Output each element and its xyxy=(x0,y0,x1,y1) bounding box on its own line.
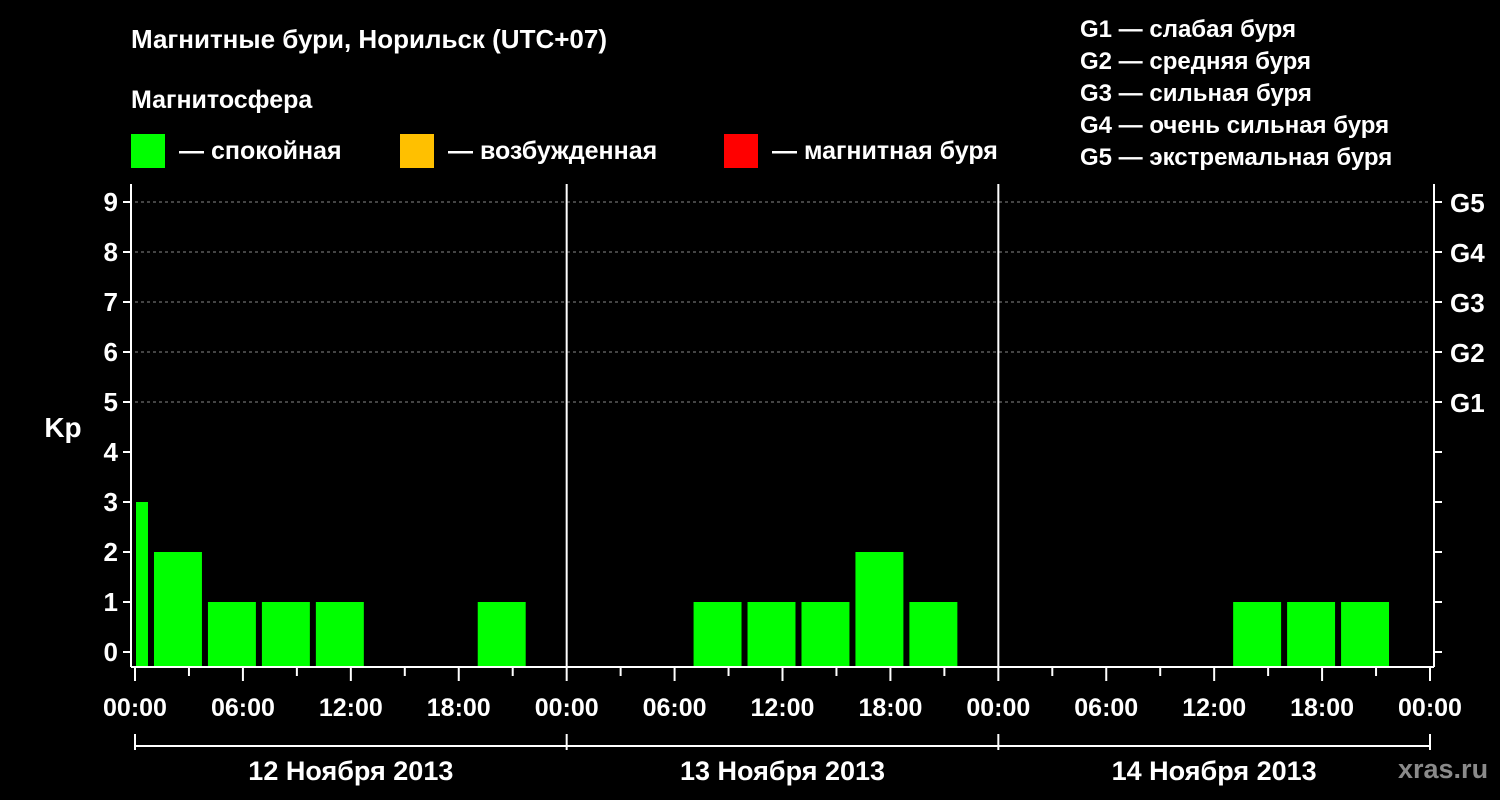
y-tick-label: 2 xyxy=(104,537,118,567)
x-tick-label: 00:00 xyxy=(1398,694,1462,722)
y-tick-label: 6 xyxy=(104,337,118,367)
watermark: xras.ru xyxy=(1398,754,1489,784)
kp-chart: 0 1 2 3 4 5 6 7 8 9 G1 G2 G3 G4 G5 Kp 00:00 06:00 12:00 18:… xyxy=(44,184,1485,786)
y-axis-label: Kp xyxy=(44,412,81,443)
x-tick-label: 18:00 xyxy=(1290,694,1354,722)
day-label: 12 Ноября 2013 xyxy=(248,756,453,786)
kp-bar xyxy=(1287,602,1336,667)
x-tick-label: 12:00 xyxy=(751,694,815,722)
x-tick-label: 12:00 xyxy=(319,694,383,722)
g-level-label: G1 xyxy=(1450,388,1485,418)
g-level-label: G4 xyxy=(1450,238,1485,268)
y-tick-label: 0 xyxy=(104,637,118,667)
kp-bar xyxy=(261,602,310,667)
kp-bar xyxy=(477,602,526,667)
kp-bar xyxy=(693,602,742,667)
y-tick-label: 8 xyxy=(104,237,118,267)
x-tick-label: 18:00 xyxy=(858,694,922,722)
kp-bar xyxy=(315,602,364,667)
kp-bar xyxy=(801,602,850,667)
x-tick-label: 18:00 xyxy=(427,694,491,722)
y-tick-label: 9 xyxy=(104,187,118,217)
kp-bar xyxy=(207,602,256,667)
kp-bar xyxy=(1233,602,1282,667)
x-tick-label: 06:00 xyxy=(1074,694,1138,722)
kp-bar xyxy=(1341,602,1390,667)
day-label: 14 Ноября 2013 xyxy=(1112,756,1317,786)
y-tick-label: 1 xyxy=(104,587,118,617)
x-tick-label: 06:00 xyxy=(211,694,275,722)
kp-bar xyxy=(747,602,796,667)
x-tick-label: 00:00 xyxy=(535,694,599,722)
kp-bar xyxy=(909,602,958,667)
y-tick-label: 4 xyxy=(104,437,119,467)
x-tick-label: 12:00 xyxy=(1182,694,1246,722)
kp-bar xyxy=(855,552,904,667)
y-tick-label: 5 xyxy=(104,387,118,417)
g-level-label: G5 xyxy=(1450,188,1485,218)
y-tick-label: 3 xyxy=(104,487,118,517)
x-tick-label: 06:00 xyxy=(643,694,707,722)
g-level-label: G2 xyxy=(1450,338,1485,368)
x-tick-label: 00:00 xyxy=(103,694,167,722)
day-label: 13 Ноября 2013 xyxy=(680,756,885,786)
g-level-label: G3 xyxy=(1450,288,1485,318)
kp-bar xyxy=(136,502,148,667)
kp-bar xyxy=(153,552,202,667)
x-tick-label: 00:00 xyxy=(966,694,1030,722)
y-tick-label: 7 xyxy=(104,287,118,317)
